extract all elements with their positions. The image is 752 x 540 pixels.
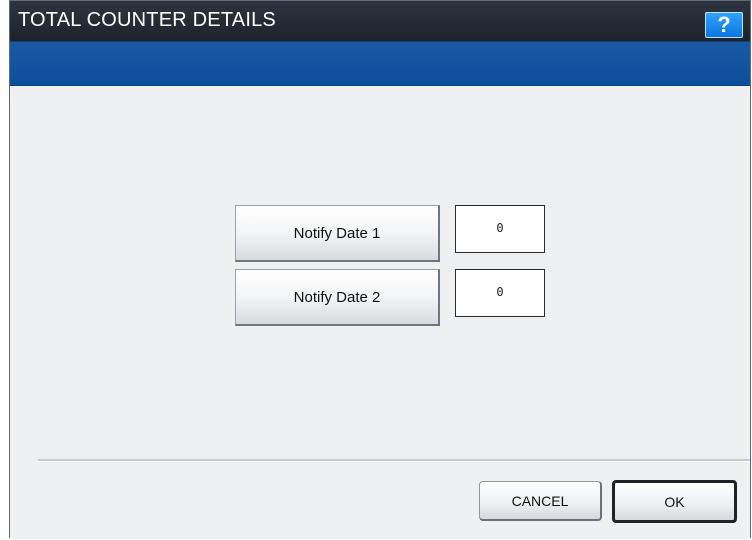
notify-date-2-label: Notify Date 2 — [293, 288, 381, 306]
notify-date-2-value: 0 — [455, 269, 545, 317]
cancel-button[interactable]: CANCEL — [479, 481, 602, 521]
dialog-window: TOTAL COUNTER DETAILS ? Notify Date 1 0 … — [9, 0, 751, 539]
help-button[interactable]: ? — [705, 12, 743, 38]
title-bar: TOTAL COUNTER DETAILS ? — [10, 1, 750, 41]
dialog-title: TOTAL COUNTER DETAILS — [18, 9, 276, 31]
notify-date-2-button[interactable]: Notify Date 2 — [235, 269, 440, 326]
notify-date-1-label: Notify Date 1 — [293, 224, 381, 242]
notify-date-1-button[interactable]: Notify Date 1 — [235, 205, 440, 262]
ok-label: OK — [664, 493, 685, 510]
notify-date-1-value: 0 — [455, 205, 545, 253]
content-area: Notify Date 1 0 Notify Date 2 0 CANCEL O… — [10, 86, 750, 539]
subheader-bar — [10, 41, 750, 86]
ok-button[interactable]: OK — [612, 480, 737, 523]
footer-divider — [38, 459, 750, 462]
cancel-label: CANCEL — [511, 492, 569, 509]
help-icon: ? — [717, 12, 731, 37]
